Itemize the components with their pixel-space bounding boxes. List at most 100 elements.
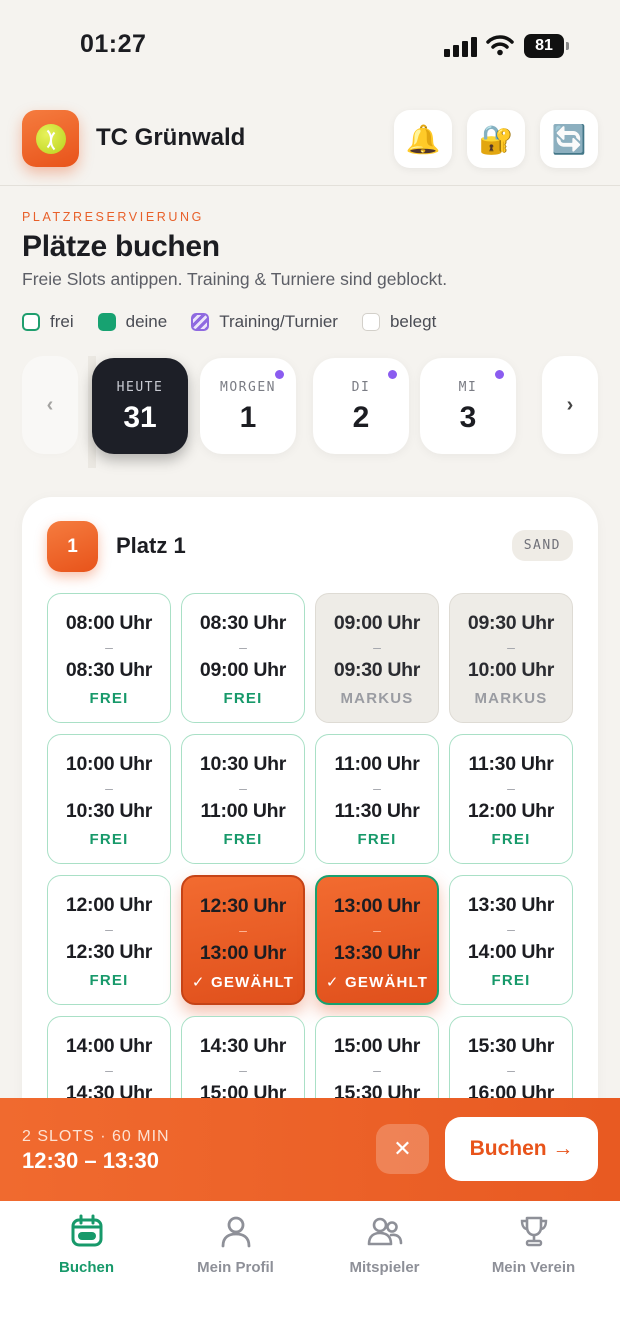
booking-meta: 2 SLOTS · 60 MIN: [22, 1128, 170, 1145]
tab-label: Mitspieler: [349, 1259, 420, 1276]
app-header: TC Grünwald 🔔 🔐 🔄: [0, 104, 620, 186]
slot-start-time: 08:30 Uhr: [199, 612, 287, 634]
slot-start-time: 13:00 Uhr: [333, 895, 421, 917]
time-slot[interactable]: 12:30 Uhr – 13:00 Uhr ✓ GEWÄHLT: [181, 875, 305, 1005]
next-days-button[interactable]: ›: [542, 356, 598, 454]
chevron-left-icon: ‹: [46, 393, 54, 416]
tab-label: Mein Profil: [197, 1259, 274, 1276]
battery-icon: 81: [524, 34, 569, 58]
slot-separator: –: [507, 921, 515, 937]
slot-status: FREI: [491, 972, 531, 989]
tab-mitspieler[interactable]: Mitspieler: [307, 1213, 462, 1276]
day-card-mi[interactable]: MI 3: [420, 358, 516, 454]
prev-days-button[interactable]: ‹: [22, 356, 78, 454]
slot-separator: –: [239, 922, 247, 938]
slot-separator: –: [105, 639, 113, 655]
slot-start-time: 11:00 Uhr: [334, 753, 420, 775]
tab-mein-verein[interactable]: Mein Verein: [456, 1213, 611, 1276]
slot-start-time: 10:00 Uhr: [65, 753, 153, 775]
day-name: MI: [458, 380, 478, 395]
time-slot[interactable]: 08:30 Uhr – 09:00 Uhr FREI: [181, 593, 305, 723]
free-swatch-icon: [22, 313, 40, 331]
court-number-badge: 1: [47, 521, 98, 572]
slot-end-time: 13:00 Uhr: [199, 942, 287, 964]
slot-end-time: 10:30 Uhr: [65, 800, 153, 822]
legend-taken: belegt: [361, 312, 437, 332]
time-slot[interactable]: 11:30 Uhr – 12:00 Uhr FREI: [449, 734, 573, 864]
day-number: 2: [352, 401, 370, 434]
wifi-icon: [486, 35, 514, 56]
person-icon: [221, 1216, 250, 1248]
notifications-button[interactable]: 🔔: [394, 110, 452, 168]
slot-start-time: 09:00 Uhr: [333, 612, 421, 634]
day-name: DI: [351, 380, 371, 395]
tab-mein-profil[interactable]: Mein Profil: [158, 1213, 313, 1276]
slot-end-time: 10:00 Uhr: [467, 659, 555, 681]
event-dot-icon: [388, 370, 397, 379]
slot-status: ✓ GEWÄHLT: [325, 974, 429, 991]
refresh-button[interactable]: 🔄: [540, 110, 598, 168]
slot-end-time: 08:30 Uhr: [65, 659, 153, 681]
slot-separator: –: [373, 922, 381, 938]
day-card-tomorrow[interactable]: MORGEN 1: [200, 358, 296, 454]
slot-end-time: 12:00 Uhr: [467, 800, 555, 822]
book-button[interactable]: Buchen →: [445, 1117, 598, 1181]
signal-icon: [444, 37, 478, 57]
tab-buchen[interactable]: Buchen: [9, 1213, 164, 1276]
time-slot[interactable]: 13:00 Uhr – 13:30 Uhr ✓ GEWÄHLT: [315, 875, 439, 1005]
admin-lock-button[interactable]: 🔐: [467, 110, 525, 168]
slot-status: ✓ GEWÄHLT: [191, 974, 295, 991]
slot-status: FREI: [357, 831, 397, 848]
clear-selection-button[interactable]: ✕: [376, 1124, 429, 1174]
legend-taken-label: belegt: [389, 312, 437, 331]
time-slot[interactable]: 10:30 Uhr – 11:00 Uhr FREI: [181, 734, 305, 864]
status-bar: 01:27 81: [0, 0, 620, 92]
slot-separator: –: [507, 639, 515, 655]
slot-end-time: 14:00 Uhr: [467, 941, 555, 963]
slot-separator: –: [373, 1062, 381, 1078]
slot-start-time: 14:00 Uhr: [65, 1035, 153, 1057]
slot-start-time: 11:30 Uhr: [468, 753, 554, 775]
tab-bar: Buchen Mein Profil Mitspieler Mein Verei…: [0, 1201, 620, 1344]
time-slot[interactable]: 11:00 Uhr – 11:30 Uhr FREI: [315, 734, 439, 864]
time-slot[interactable]: 13:30 Uhr – 14:00 Uhr FREI: [449, 875, 573, 1005]
legend-free-label: frei: [50, 312, 74, 331]
day-name: MORGEN: [220, 380, 276, 395]
status-time: 01:27: [80, 30, 147, 58]
slot-separator: –: [105, 1062, 113, 1078]
slot-start-time: 12:00 Uhr: [65, 894, 153, 916]
day-card-di[interactable]: DI 2: [313, 358, 409, 454]
tab-label: Mein Verein: [491, 1259, 576, 1276]
time-slot[interactable]: 08:00 Uhr – 08:30 Uhr FREI: [47, 593, 171, 723]
slot-separator: –: [239, 780, 247, 796]
slot-separator: –: [507, 1062, 515, 1078]
slot-start-time: 09:30 Uhr: [467, 612, 555, 634]
slot-separator: –: [507, 780, 515, 796]
legend-training: Training/Turnier: [191, 312, 338, 332]
day-name: HEUTE: [116, 380, 164, 395]
slot-status: FREI: [89, 831, 129, 848]
slot-separator: –: [373, 639, 381, 655]
page-title: Plätze buchen: [22, 230, 220, 263]
time-slot: 09:00 Uhr – 09:30 Uhr MARKUS: [315, 593, 439, 723]
court-name: Platz 1: [116, 533, 186, 558]
time-slot[interactable]: 12:00 Uhr – 12:30 Uhr FREI: [47, 875, 171, 1005]
slot-end-time: 09:00 Uhr: [199, 659, 287, 681]
slot-separator: –: [239, 639, 247, 655]
slot-start-time: 15:00 Uhr: [333, 1035, 421, 1057]
time-slot[interactable]: 10:00 Uhr – 10:30 Uhr FREI: [47, 734, 171, 864]
refresh-icon: 🔄: [551, 123, 587, 155]
slot-separator: –: [105, 921, 113, 937]
slot-status: FREI: [223, 831, 263, 848]
chevron-right-icon: ›: [566, 393, 574, 416]
taken-swatch-icon: [361, 313, 380, 331]
slot-status: FREI: [491, 831, 531, 848]
slot-end-time: 12:30 Uhr: [65, 941, 153, 963]
day-card-today[interactable]: HEUTE 31: [92, 358, 188, 454]
slot-start-time: 13:30 Uhr: [467, 894, 555, 916]
legend-mine: deine: [97, 312, 167, 332]
training-swatch-icon: [191, 313, 210, 331]
slot-start-time: 15:30 Uhr: [467, 1035, 555, 1057]
time-slot: 09:30 Uhr – 10:00 Uhr MARKUS: [449, 593, 573, 723]
slot-status: MARKUS: [340, 690, 414, 707]
